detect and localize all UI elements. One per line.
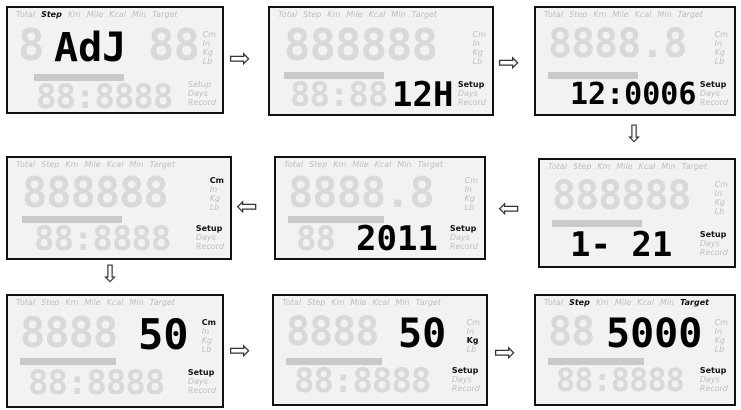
lcd-panel-7: Total Step Km Mile Kcal Min Target 8888 50 Cm I… [6, 294, 224, 408]
header-labels: Total Step Km Mile Kcal Min Target [544, 298, 709, 307]
side-modes: Setup Days Record [451, 366, 480, 393]
header-labels: Total Step Km Mile Kcal Min Target [282, 298, 441, 307]
side-units: Cm In Kg Lb [714, 180, 728, 216]
lcd-panel-1: Total Step Km Mile Kcal Min Target 8 AdJ 88 Cm… [6, 6, 224, 114]
arrow-left-icon: ⇦ [498, 194, 520, 224]
side-modes: Setup Days Record [699, 366, 728, 393]
arrow-down-icon: ⇩ [100, 260, 121, 288]
arrow-right-icon: ⇨ [229, 336, 251, 366]
side-modes: Setup Days Record [699, 230, 728, 257]
header-labels: Total Step Km Mile Kcal Min Target [278, 10, 437, 19]
main-display: 50 [138, 310, 189, 359]
lcd-panel-6: Total Step Km Mile Kcal Min Target 888888 Cm In… [6, 156, 232, 260]
side-modes: Setup Days Record [187, 80, 216, 107]
lcd-panel-3: Total Step Km Mile Kcal Min Target 8888.8 Cm In… [534, 6, 736, 116]
side-modes: Setup Days Record [187, 368, 216, 395]
arrow-down-icon: ⇩ [624, 120, 645, 148]
arrow-right-icon: ⇨ [494, 338, 516, 368]
side-modes: Setup Days Record [699, 80, 728, 107]
header-labels: Total Step Km Mile Kcal Min Target [16, 10, 178, 19]
side-modes: Setup Days Record [457, 80, 486, 107]
side-modes: Setup Days Record [449, 224, 478, 251]
lower-display: 1- 21 [570, 225, 673, 265]
side-units: Cm In Kg Lb [209, 176, 224, 212]
lower-display: 12H [392, 75, 454, 115]
arrow-left-icon: ⇦ [236, 192, 258, 222]
lower-display: 2011 [356, 219, 438, 259]
side-units: Cm In Kg Lb [201, 318, 216, 354]
arrow-right-icon: ⇨ [498, 48, 520, 78]
main-display: AdJ [54, 25, 127, 71]
header-labels: Total Step Km Mile Kcal Min Target [544, 10, 703, 19]
side-modes: Setup Days Record [195, 224, 224, 251]
arrow-right-icon: ⇨ [229, 44, 251, 74]
header-labels: Total Step Km Mile Kcal Min Target [548, 162, 707, 171]
main-display: 50 [398, 311, 447, 357]
header-labels: Total Step Km Mile Kcal Min Target [16, 298, 175, 307]
side-units: Cm In Kg Lb [464, 176, 478, 212]
side-units: Cm In Kg Lb [472, 30, 486, 66]
side-units: Cm In Kg Lb [714, 30, 728, 66]
main-display: 5000 [606, 311, 703, 357]
lcd-panel-8: Total Step Km Mile Kcal Min Target 8888 50 Cm I… [272, 294, 488, 406]
lcd-panel-9: Total Step Km Mile Kcal Min Target 88 5000 Cm I… [534, 294, 736, 406]
side-units: Cm In Kg Lb [714, 318, 728, 354]
lcd-panel-2: Total Step Km Mile Kcal Min Target 888888 Cm In… [268, 6, 494, 116]
lcd-panel-4: Total Step Km Mile Kcal Min Target 888888 Cm In… [538, 158, 736, 268]
lower-display: 12:0006 [570, 77, 697, 112]
lcd-panel-5: Total Step Km Mile Kcal Min Target 8888.8 Cm In… [274, 156, 486, 260]
side-units: Cm In Kg Lb [466, 318, 480, 354]
side-units: Cm In Kg Lb [202, 30, 216, 66]
